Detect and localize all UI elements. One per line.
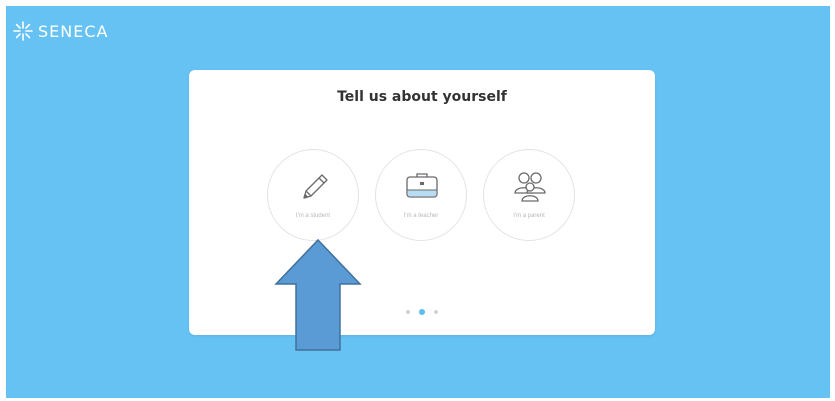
student-option-button[interactable]: I'm a student <box>267 149 359 241</box>
pagination-dot[interactable] <box>406 310 410 314</box>
brand-name: SENECA <box>38 21 109 41</box>
role-selection-card: Tell us about yourself I'm a student I'm… <box>189 70 655 335</box>
people-icon <box>514 172 546 202</box>
signup-screen: SENECA Tell us about yourself I'm a stud… <box>6 6 830 398</box>
pagination-dot-active[interactable] <box>419 309 425 315</box>
pencil-icon <box>303 174 328 199</box>
seneca-asterisk-icon <box>13 21 33 41</box>
brand-logo[interactable]: SENECA <box>12 20 108 42</box>
teacher-option-button[interactable]: I'm a teacher <box>375 149 467 241</box>
pagination-dot[interactable] <box>434 310 438 314</box>
parent-option-label: I'm a parent <box>513 213 545 219</box>
card-title: Tell us about yourself <box>337 89 507 105</box>
briefcase-icon <box>406 173 438 198</box>
parent-option-button[interactable]: I'm a parent <box>483 149 575 241</box>
up-arrow-annotation <box>274 238 362 351</box>
teacher-option-label: I'm a teacher <box>403 213 439 219</box>
student-option-label: I'm a student <box>295 213 331 219</box>
pagination-dots <box>189 309 655 315</box>
